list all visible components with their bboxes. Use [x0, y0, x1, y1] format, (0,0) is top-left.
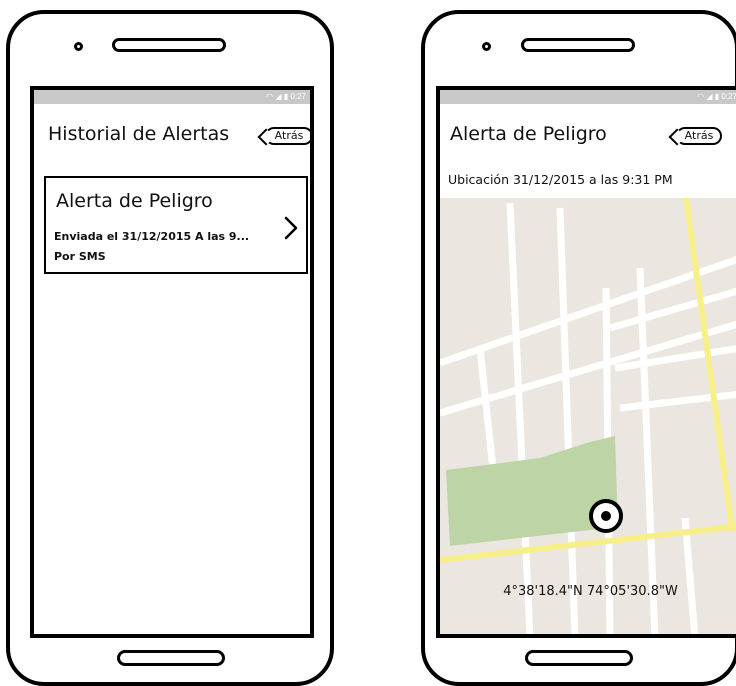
home-button[interactable] [117, 650, 225, 666]
right-screen: ◠ ◢ ▮ 0:27 Alerta de Peligro Atrás Ubica… [436, 86, 736, 638]
left-screen: ◠ ◢ ▮ 0:27 Historial de Alertas Atrás Al… [30, 86, 314, 638]
front-camera [74, 42, 83, 51]
chevron-right-icon [284, 216, 298, 240]
status-time: 0:27 [290, 92, 306, 101]
alert-sent-line: Enviada el 31/12/2015 A las 9... [54, 230, 250, 243]
battery-icon: ▮ [283, 92, 289, 101]
wifi-icon: ◠ [697, 92, 705, 101]
page-title: Alerta de Peligro [450, 123, 607, 145]
status-time: 0:27 [721, 92, 736, 101]
back-button[interactable]: Atrás [265, 127, 310, 145]
location-target-icon [589, 499, 623, 533]
alert-channel-line: Por SMS [54, 250, 106, 263]
map-view[interactable] [440, 198, 736, 638]
wifi-icon: ◠ [266, 92, 274, 101]
right-phone-frame: ◠ ◢ ▮ 0:27 Alerta de Peligro Atrás Ubica… [421, 10, 736, 686]
signal-icon: ◢ [275, 92, 282, 101]
alert-list-item[interactable]: Alerta de Peligro Enviada el 31/12/2015 … [44, 176, 308, 274]
speaker-grille [521, 38, 635, 52]
battery-icon: ▮ [714, 92, 720, 101]
speaker-grille [112, 38, 226, 52]
home-button[interactable] [525, 650, 633, 666]
coordinates-label: 4°38'18.4"N 74°05'30.8"W [503, 584, 678, 599]
alert-title: Alerta de Peligro [56, 190, 213, 212]
page-title: Historial de Alertas [48, 123, 230, 145]
status-bar: ◠ ◢ ▮ 0:27 [34, 90, 310, 104]
signal-icon: ◢ [706, 92, 713, 101]
location-timestamp: Ubicación 31/12/2015 a las 9:31 PM [448, 172, 673, 187]
front-camera [482, 42, 491, 51]
status-bar: ◠ ◢ ▮ 0:27 [440, 90, 736, 104]
left-phone-frame: ◠ ◢ ▮ 0:27 Historial de Alertas Atrás Al… [6, 10, 334, 686]
back-button[interactable]: Atrás [676, 127, 722, 145]
